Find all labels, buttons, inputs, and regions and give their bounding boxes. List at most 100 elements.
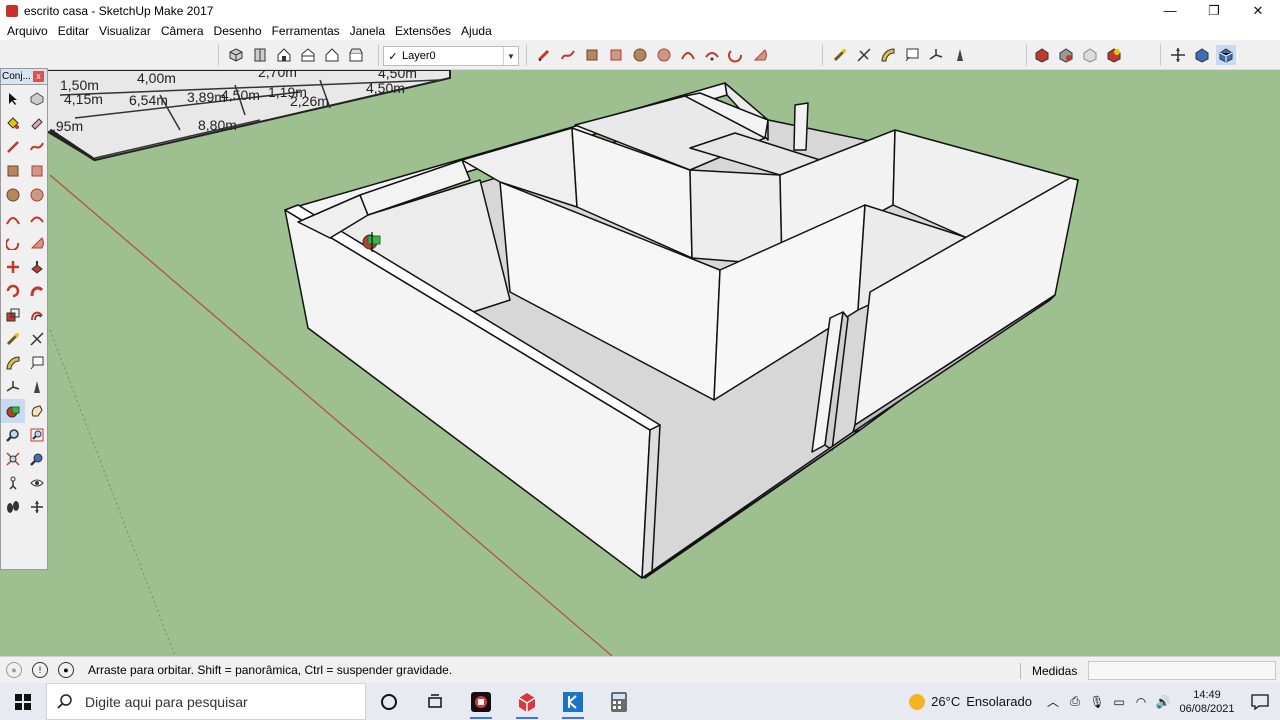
sketchup-ruby-icon[interactable] xyxy=(1104,45,1124,65)
offset-icon[interactable] xyxy=(25,303,49,327)
3d-warehouse-icon[interactable] xyxy=(1032,45,1052,65)
zoom-window-icon[interactable] xyxy=(25,423,49,447)
paint-bucket-icon[interactable] xyxy=(1,111,25,135)
iso-view-icon[interactable] xyxy=(226,45,246,65)
user-account-icon[interactable]: ● xyxy=(58,662,74,678)
volume-icon[interactable]: 🔊 xyxy=(1152,691,1174,713)
task-view-icon[interactable] xyxy=(412,683,458,720)
palette-close-button[interactable]: x xyxy=(33,71,44,82)
rectangle-icon[interactable] xyxy=(1,159,25,183)
weather-widget[interactable]: 26°C Ensolarado xyxy=(909,693,1032,710)
pie-icon[interactable] xyxy=(25,231,49,255)
3d-text-icon[interactable] xyxy=(950,45,970,65)
share-model-icon[interactable] xyxy=(1056,45,1076,65)
minimize-button[interactable]: — xyxy=(1148,0,1192,21)
rotated-rectangle-icon[interactable] xyxy=(606,45,626,65)
zoom-icon[interactable] xyxy=(1,423,25,447)
windows-start-button[interactable] xyxy=(0,683,46,720)
move-icon[interactable] xyxy=(1,255,25,279)
app-k-icon[interactable] xyxy=(550,683,596,720)
two-point-arc-icon[interactable] xyxy=(702,45,722,65)
credits-icon[interactable]: ! xyxy=(32,662,48,678)
freehand-icon[interactable] xyxy=(25,135,49,159)
front-view-icon[interactable] xyxy=(274,45,294,65)
scale-icon[interactable] xyxy=(1,303,25,327)
two-point-arc-icon[interactable] xyxy=(25,207,49,231)
wifi-icon[interactable]: ◠ xyxy=(1130,691,1152,713)
zoom-extents-icon[interactable] xyxy=(1,447,25,471)
right-view-icon[interactable] xyxy=(298,45,318,65)
dimension-icon[interactable] xyxy=(854,45,874,65)
position-camera-icon[interactable] xyxy=(1,471,25,495)
text-icon[interactable] xyxy=(25,351,49,375)
back-view-icon[interactable] xyxy=(322,45,342,65)
three-point-arc-icon[interactable] xyxy=(1,231,25,255)
section-cut-icon[interactable] xyxy=(1216,45,1236,65)
rotate-icon[interactable] xyxy=(1,279,25,303)
three-point-arc-icon[interactable] xyxy=(726,45,746,65)
line-icon[interactable] xyxy=(1,135,25,159)
notifications-icon[interactable] xyxy=(1240,683,1280,720)
pencil-icon[interactable] xyxy=(534,45,554,65)
eraser-icon[interactable] xyxy=(25,111,49,135)
model-viewport[interactable]: 1,50m 4,00m 4,15m 6,54m 3,89m 4,50m 1,19… xyxy=(0,70,1280,656)
select-icon[interactable] xyxy=(1,87,25,111)
circle-icon[interactable] xyxy=(630,45,650,65)
section-plane-icon[interactable] xyxy=(1168,45,1188,65)
arc-icon[interactable] xyxy=(1,207,25,231)
circle-icon[interactable] xyxy=(1,183,25,207)
menu-desenho[interactable]: Desenho xyxy=(209,24,267,38)
meet-now-icon[interactable]: ⎙ xyxy=(1064,691,1086,713)
menu-visualizar[interactable]: Visualizar xyxy=(94,24,156,38)
geo-location-icon[interactable]: ● xyxy=(6,662,22,678)
measurements-input[interactable] xyxy=(1088,661,1276,680)
dimension-icon[interactable] xyxy=(25,327,49,351)
protractor-icon[interactable] xyxy=(878,45,898,65)
taskbar-clock[interactable]: 14:49 06/08/2021 xyxy=(1174,688,1240,716)
tape-measure-icon[interactable] xyxy=(830,45,850,65)
screen-recorder-icon[interactable] xyxy=(458,683,504,720)
top-view-icon[interactable] xyxy=(250,45,270,65)
axes-icon[interactable] xyxy=(1,375,25,399)
previous-view-icon[interactable] xyxy=(25,447,49,471)
walk-icon[interactable] xyxy=(1,495,25,519)
left-view-icon[interactable] xyxy=(346,45,366,65)
menu-ajuda[interactable]: Ajuda xyxy=(456,24,497,38)
menu-extensoes[interactable]: Extensões xyxy=(390,24,456,38)
text-icon[interactable] xyxy=(902,45,922,65)
palette-header[interactable]: Conj... x xyxy=(1,69,47,85)
chevron-up-icon[interactable]: ︿ xyxy=(1042,691,1064,713)
push-pull-icon[interactable] xyxy=(25,255,49,279)
pan-icon[interactable] xyxy=(25,399,49,423)
layer-dropdown[interactable]: ✓ Layer0 ▼ xyxy=(383,46,519,66)
display-section-icon[interactable] xyxy=(1192,45,1212,65)
freehand-icon[interactable] xyxy=(558,45,578,65)
rectangle-icon[interactable] xyxy=(582,45,602,65)
menu-ferramentas[interactable]: Ferramentas xyxy=(267,24,345,38)
close-button[interactable]: ✕ xyxy=(1236,0,1280,21)
maximize-button[interactable]: ❐ xyxy=(1192,0,1236,21)
pie-icon[interactable] xyxy=(750,45,770,65)
cortana-icon[interactable] xyxy=(366,683,412,720)
rotated-rectangle-icon[interactable] xyxy=(25,159,49,183)
orbit-icon[interactable] xyxy=(1,399,25,423)
calculator-icon[interactable] xyxy=(596,683,642,720)
chevron-down-icon[interactable]: ▼ xyxy=(503,47,518,65)
menu-arquivo[interactable]: Arquivo xyxy=(2,24,53,38)
axes-icon[interactable] xyxy=(926,45,946,65)
protractor-icon[interactable] xyxy=(1,351,25,375)
microphone-icon[interactable]: 🎙 xyxy=(1086,691,1108,713)
sketchup-icon[interactable] xyxy=(504,683,550,720)
polygon-icon[interactable] xyxy=(654,45,674,65)
menu-camera[interactable]: Câmera xyxy=(156,24,209,38)
extension-warehouse-icon[interactable] xyxy=(1080,45,1100,65)
taskbar-search-input[interactable]: Digite aqui para pesquisar xyxy=(46,683,366,720)
3d-text-icon[interactable] xyxy=(25,375,49,399)
follow-me-icon[interactable] xyxy=(25,279,49,303)
look-around-icon[interactable] xyxy=(25,471,49,495)
section-plane-icon[interactable] xyxy=(25,495,49,519)
arc-icon[interactable] xyxy=(678,45,698,65)
polygon-icon[interactable] xyxy=(25,183,49,207)
battery-icon[interactable]: ▭ xyxy=(1108,691,1130,713)
make-component-icon[interactable] xyxy=(25,87,49,111)
